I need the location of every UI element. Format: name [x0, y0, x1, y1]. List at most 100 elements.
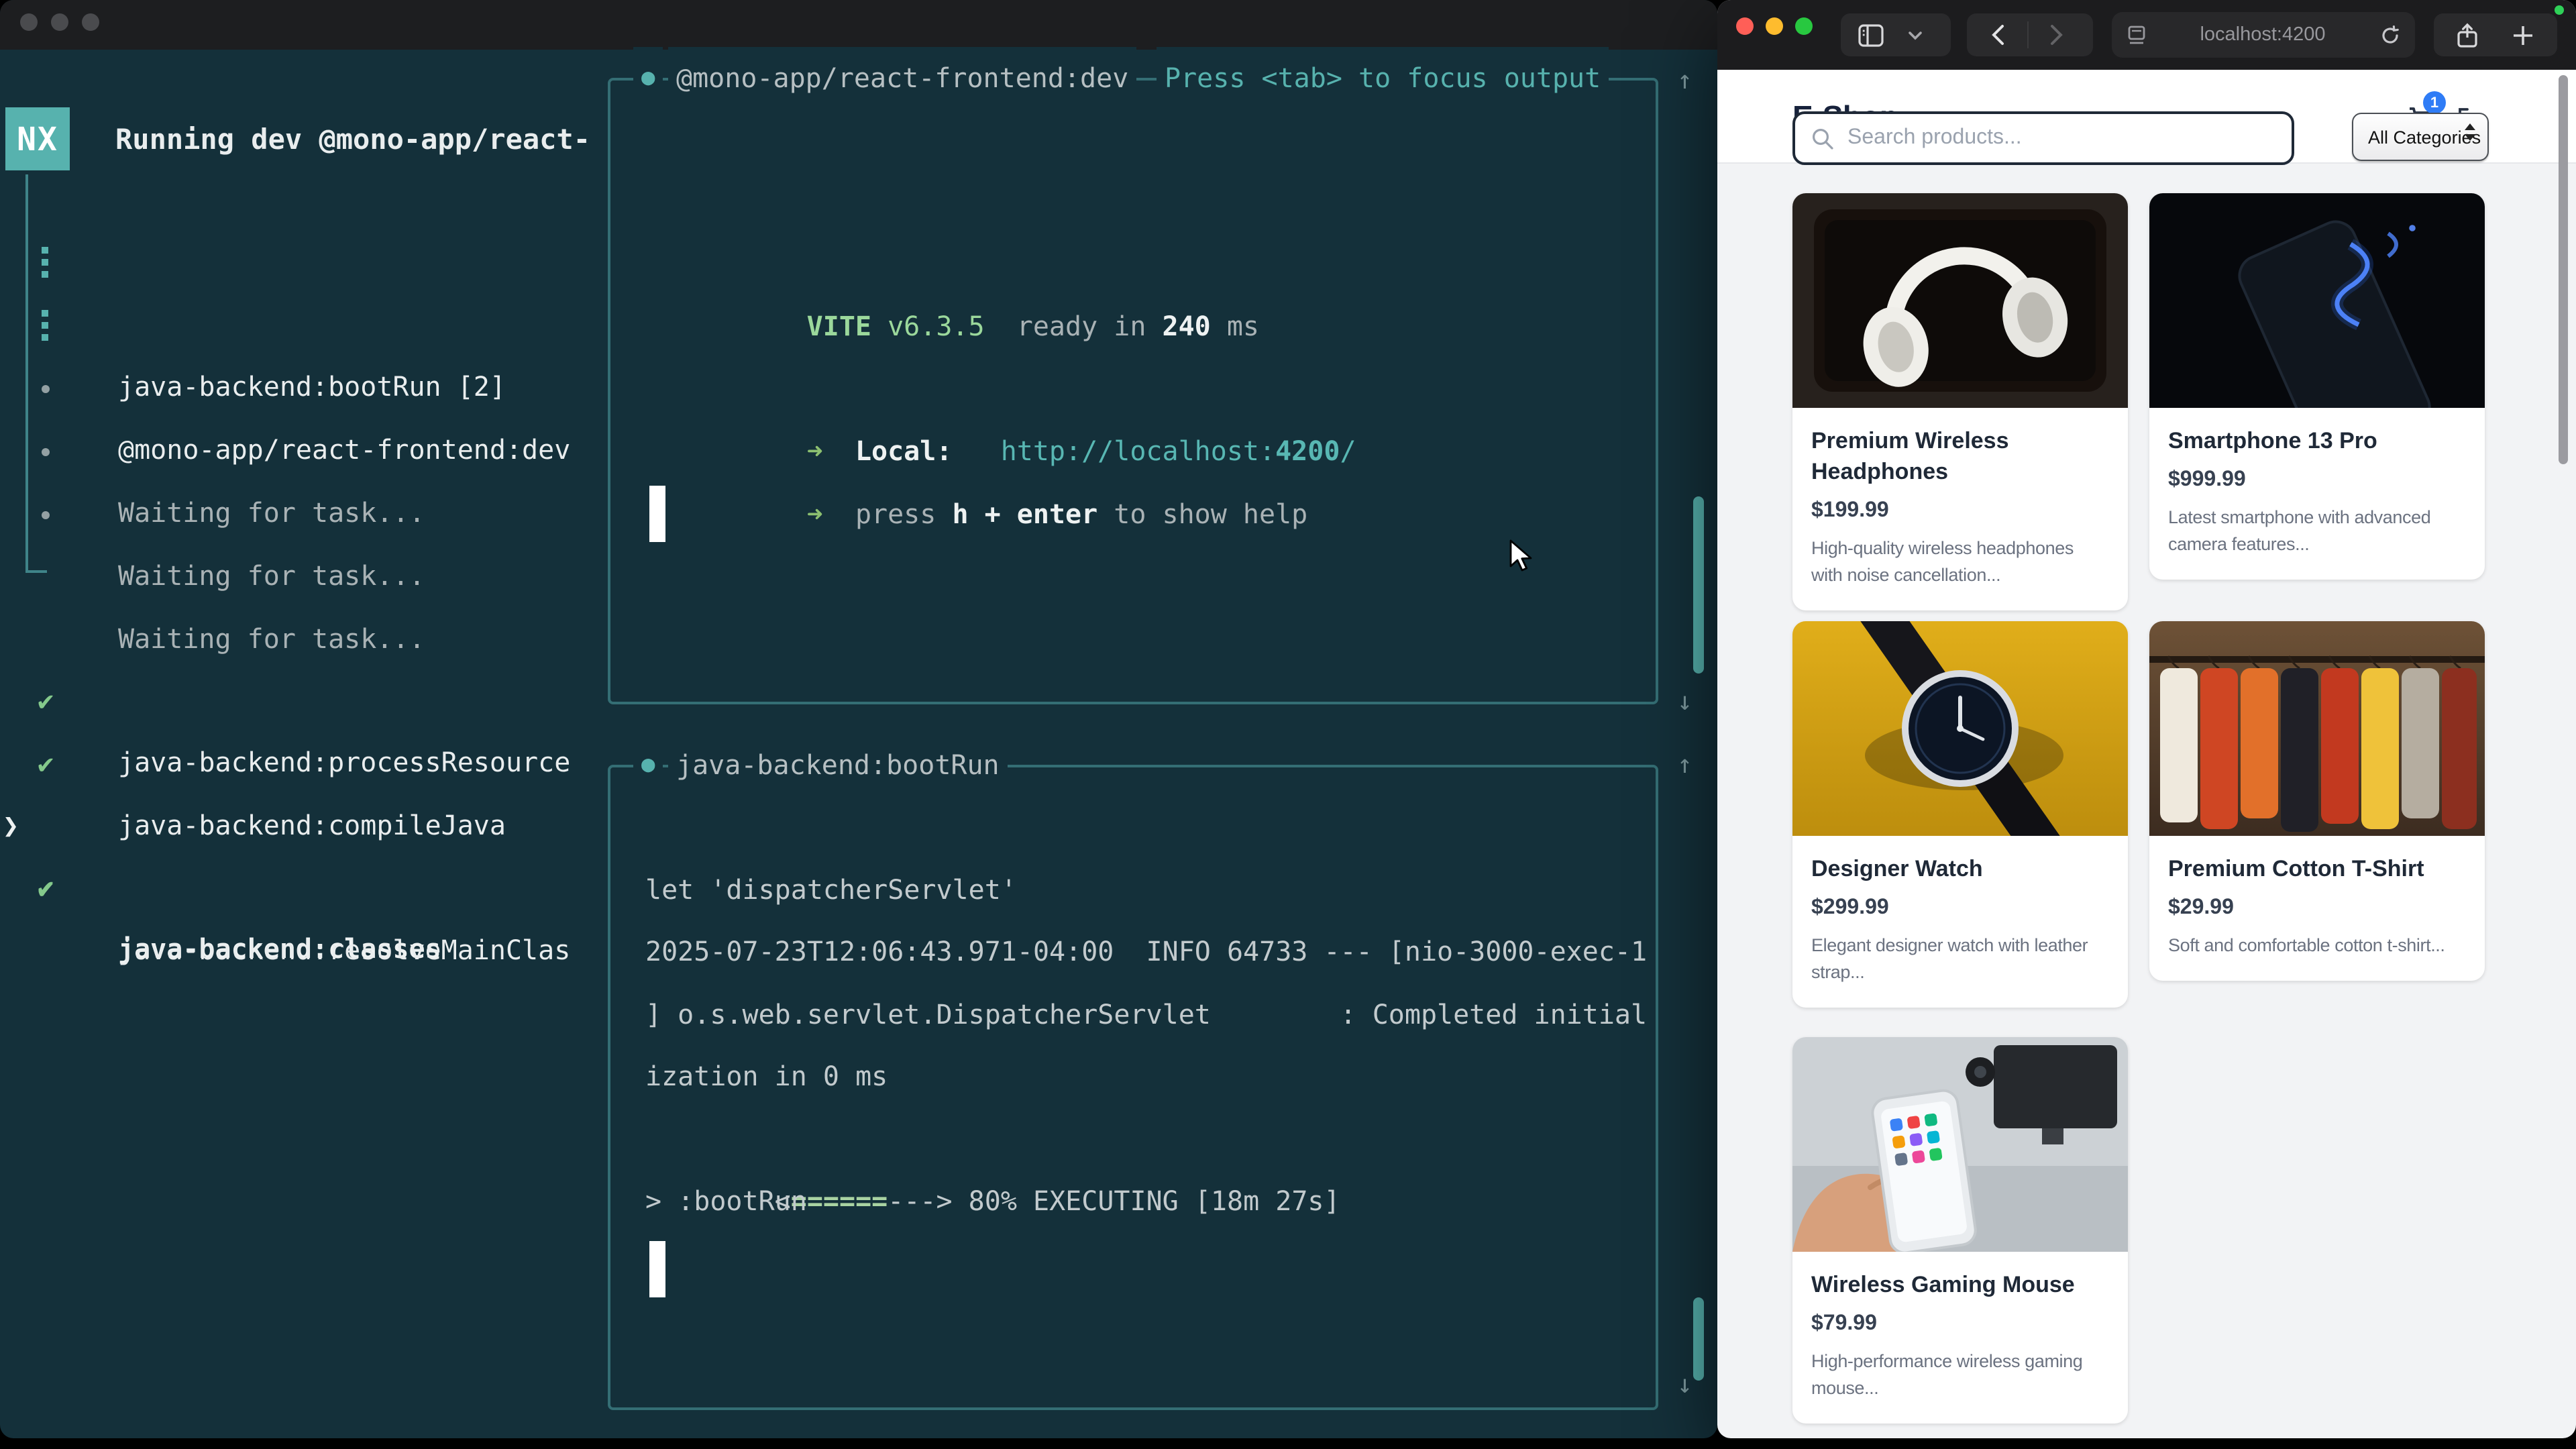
- waiting-dot-icon: [42, 385, 50, 393]
- waiting-dot-icon: [42, 448, 50, 456]
- browser-scrollbar-thumb[interactable]: [2559, 75, 2568, 464]
- gradle-progress-line: <======---> 80% EXECUTING [18m 27s]: [645, 1108, 1340, 1170]
- product-name: Premium Cotton T-Shirt: [2168, 853, 2466, 884]
- prompt-arrow-icon: ➜: [807, 498, 823, 530]
- page-left-icon[interactable]: ←: [35, 1419, 51, 1438]
- search-icon: [1811, 127, 1834, 150]
- page-settings-icon[interactable]: [2128, 25, 2145, 45]
- product-name: Smartphone 13 Pro: [2168, 425, 2466, 456]
- terminal-titlebar[interactable]: [0, 0, 1717, 50]
- refresh-icon[interactable]: [2380, 25, 2400, 45]
- task-label: Waiting for task...: [118, 545, 425, 606]
- product-description: High-quality wireless headphones with no…: [1811, 535, 2109, 589]
- terminal-cursor: [649, 486, 665, 542]
- waiting-dot-icon: [42, 511, 50, 519]
- category-select-value: All Categories: [2368, 127, 2481, 147]
- terminal-window: NX Running dev @mono-app/react- java-bac…: [0, 0, 1717, 1438]
- minimize-icon[interactable]: [51, 13, 68, 31]
- task-row-running: @mono-app/react-frontend:dev: [0, 295, 590, 357]
- search-box: [1792, 111, 2294, 165]
- nx-logo: NX: [5, 107, 70, 170]
- pane-bullet-icon: ●: [633, 734, 663, 796]
- product-description: Latest smartphone with advanced camera f…: [2168, 504, 2466, 558]
- product-description: High-performance wireless gaming mouse..…: [1811, 1348, 2109, 1402]
- sidebar-button-group: [1841, 13, 1951, 56]
- product-price: $999.99: [2168, 468, 2466, 492]
- select-arrows-icon: [2465, 123, 2475, 141]
- safari-window: localhost:4200 E-S: [1717, 0, 2576, 1438]
- product-price: $299.99: [1811, 896, 2109, 920]
- category-select[interactable]: All Categories: [2352, 113, 2489, 161]
- pane-focus-hint: Press <tab> to focus output: [1157, 47, 1609, 109]
- task-row-done: ✔ java-backend:compileJava: [0, 671, 590, 733]
- share-icon[interactable]: [2457, 22, 2478, 48]
- pane-title: @mono-app/react-frontend:dev: [668, 47, 1136, 109]
- vite-local-line: ➜ Local: http://localhost:4200/: [678, 358, 1356, 420]
- pane-title: java-backend:bootRun: [668, 734, 1008, 796]
- product-image-phone-in-hand: [1792, 1037, 2128, 1252]
- scroll-up-icon[interactable]: ↑: [1677, 734, 1693, 796]
- nav-button-group: [1967, 13, 2093, 56]
- mouse-cursor: [1508, 539, 1538, 574]
- log-line: ] o.s.web.servlet.DispatcherServlet : Co…: [645, 983, 1647, 1045]
- back-icon[interactable]: [1991, 24, 2004, 46]
- pane-bullet-icon: ●: [633, 47, 663, 109]
- safari-toolbar: localhost:4200: [1717, 0, 2576, 71]
- product-price: $79.99: [1811, 1312, 2109, 1336]
- product-name: Premium Wireless Headphones: [1811, 425, 2109, 487]
- task-row-waiting: Waiting for task...: [0, 484, 590, 546]
- scroll-down-icon[interactable]: ↓: [1677, 1354, 1693, 1415]
- task-row-running: java-backend:bootRun [2]: [0, 232, 590, 294]
- task-row-done: ✔ java-backend:processResource: [0, 608, 590, 669]
- vite-help-line: ➜ press h + enter to show help: [678, 421, 1307, 483]
- nav-divider: [2027, 21, 2029, 48]
- pane1-scrollbar-thumb[interactable]: [1693, 496, 1704, 674]
- action-button-group: [2434, 13, 2557, 56]
- product-description: Soft and comfortable cotton t-shirt...: [2168, 932, 2466, 959]
- check-icon: ✔: [38, 857, 54, 919]
- scroll-down-icon[interactable]: ↓: [1677, 671, 1693, 733]
- product-price: $29.99: [2168, 896, 2466, 920]
- product-card[interactable]: Designer Watch $299.99 Elegant designer …: [1792, 621, 2128, 1008]
- log-line: ization in 0 ms: [645, 1045, 888, 1107]
- vite-ready-line: VITE v6.3.5 ready in 240 ms: [678, 233, 1259, 295]
- pane2-scrollbar-thumb[interactable]: [1693, 1297, 1704, 1381]
- task-row-waiting: Waiting for task...: [0, 421, 590, 483]
- close-icon[interactable]: [1736, 17, 1754, 35]
- new-tab-icon[interactable]: [2513, 25, 2533, 45]
- task-row-waiting: Waiting for task...: [0, 358, 590, 420]
- product-description: Elegant designer watch with leather stra…: [1811, 932, 2109, 986]
- search-input[interactable]: [1845, 125, 2253, 152]
- product-image-smartphone: [2149, 193, 2485, 408]
- cart-count-badge: 1: [2423, 91, 2446, 114]
- product-card[interactable]: Wireless Gaming Mouse $79.99 High-perfor…: [1792, 1037, 2128, 1424]
- sidebar-icon[interactable]: [1858, 23, 1884, 46]
- terminal-cursor: [649, 1241, 665, 1297]
- task-label: java-backend:resolveMainClas: [118, 919, 570, 981]
- address-text[interactable]: localhost:4200: [2145, 24, 2380, 46]
- terminal-body: NX Running dev @mono-app/react- java-bac…: [0, 50, 1717, 1438]
- product-image-tshirts: [2149, 621, 2485, 836]
- product-image-headphones: [1792, 193, 2128, 408]
- forward-icon[interactable]: [2050, 24, 2063, 46]
- log-line: let 'dispatcherServlet': [645, 859, 1017, 920]
- screen-recording-indicator: [2555, 5, 2564, 15]
- chevron-down-icon[interactable]: [1908, 30, 1923, 40]
- terminal-run-title: Running dev @mono-app/react-: [115, 109, 590, 170]
- minimize-icon[interactable]: [1766, 17, 1783, 35]
- desktop: NX Running dev @mono-app/react- java-bac…: [0, 0, 2576, 1449]
- product-card[interactable]: Premium Wireless Headphones $199.99 High…: [1792, 193, 2128, 610]
- zoom-icon[interactable]: [1795, 17, 1813, 35]
- close-icon[interactable]: [20, 13, 38, 31]
- task-row-done: ✔ java-backend:resolveMainClas: [0, 796, 590, 857]
- task-row-done-selected: ❯ ✔ java-backend:classes: [0, 733, 590, 794]
- scroll-up-icon[interactable]: ↑: [1677, 50, 1693, 111]
- product-price: $199.99: [1811, 499, 2109, 523]
- product-card[interactable]: Smartphone 13 Pro $999.99 Latest smartph…: [2149, 193, 2485, 580]
- address-bar[interactable]: localhost:4200: [2112, 12, 2415, 58]
- product-card[interactable]: Premium Cotton T-Shirt $29.99 Soft and c…: [2149, 621, 2485, 981]
- zoom-icon[interactable]: [82, 13, 99, 31]
- gradle-task-line: > :bootRun: [645, 1170, 807, 1232]
- log-line: 2025-07-23T12:06:43.971-04:00 INFO 64733…: [645, 920, 1647, 982]
- product-name: Designer Watch: [1811, 853, 2109, 884]
